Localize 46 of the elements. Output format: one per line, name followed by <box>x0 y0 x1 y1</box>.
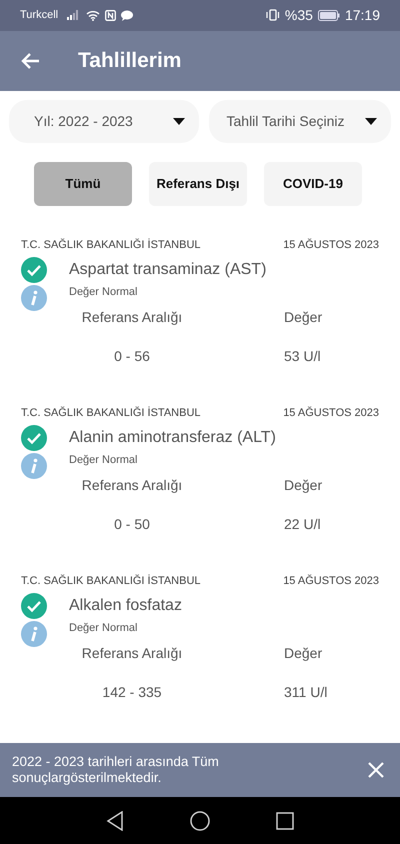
result-value: 311 U/l <box>283 684 328 700</box>
filter-tab[interactable]: COVID-19 <box>264 162 362 206</box>
column-header: Değer <box>283 308 324 325</box>
nfc-icon <box>105 10 116 21</box>
caret-icon <box>172 118 184 125</box>
result-value: 53 U/l <box>283 348 322 364</box>
page-title: Tahlillerim <box>78 48 182 73</box>
reference-range: 0 - 56 <box>114 348 150 364</box>
test-date: 15 AĞUSTOS 2023 <box>283 574 379 587</box>
message-icon <box>121 10 134 21</box>
test-date: 15 AĞUSTOS 2023 <box>283 406 379 419</box>
dropdown[interactable]: Yıl: 2022 - 2023 <box>9 100 198 143</box>
column-header: Değer <box>283 644 324 661</box>
test-date: 15 AĞUSTOS 2023 <box>283 238 379 251</box>
snackbar-message: 2022 - 2023 tarihleri arasında Tüm sonuçlargösterilmektedir. <box>12 754 220 786</box>
battery-percent: %35 <box>284 7 313 24</box>
status-text: Değer Normal <box>69 454 138 466</box>
filter-tab[interactable]: Referans Dışı <box>149 162 247 206</box>
test-name: Alanin aminotransferaz (ALT) <box>69 428 276 447</box>
recents-nav-icon[interactable] <box>276 812 294 830</box>
column-header: Referans Aralığı <box>80 644 182 661</box>
clock-time: 17:19 <box>344 7 380 24</box>
back-nav-icon[interactable] <box>106 810 124 831</box>
dropdown[interactable]: Tahlil Tarihi Seçiniz <box>208 100 391 143</box>
carrier-name: Turkcell <box>20 9 58 22</box>
battery-icon <box>318 10 340 21</box>
close-button[interactable] <box>368 762 384 778</box>
status-text: Değer Normal <box>69 622 138 634</box>
home-nav-icon[interactable] <box>190 810 210 831</box>
caret-icon <box>365 118 377 125</box>
test-name: Alkalen fosfataz <box>69 596 182 615</box>
reference-range: 142 - 335 <box>102 684 162 700</box>
column-header: Referans Aralığı <box>80 308 182 325</box>
column-header: Referans Aralığı <box>80 476 182 493</box>
reference-range: 0 - 50 <box>114 516 150 532</box>
back-button[interactable] <box>20 52 40 70</box>
test-name: Aspartat transaminaz (AST) <box>69 260 266 279</box>
status-text: Değer Normal <box>69 286 138 298</box>
result-value: 22 U/l <box>283 516 322 532</box>
institution-name: T.C. SAĞLIK BAKANLIĞI İSTANBUL <box>21 406 201 419</box>
vibrate-icon <box>266 9 280 22</box>
filter-tab[interactable]: Tümü <box>34 162 132 206</box>
institution-name: T.C. SAĞLIK BAKANLIĞI İSTANBUL <box>21 238 201 251</box>
wifi-icon <box>86 10 100 21</box>
column-header: Değer <box>283 476 324 493</box>
institution-name: T.C. SAĞLIK BAKANLIĞI İSTANBUL <box>21 574 201 587</box>
